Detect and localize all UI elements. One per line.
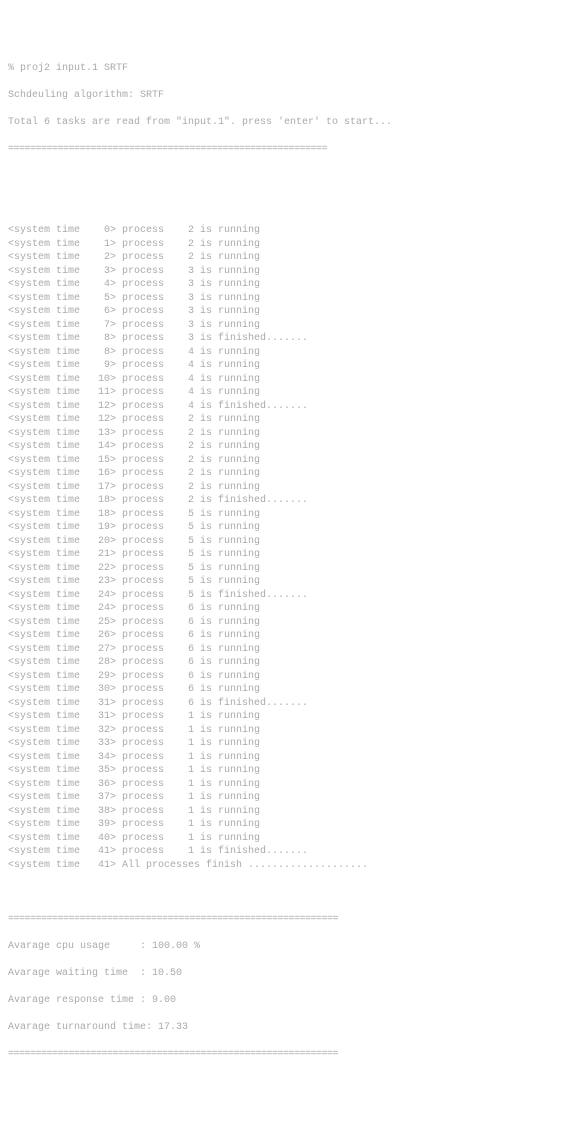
log-line: <system time 8> process 3 is finished...… [8,332,577,346]
header-divider: ========================================… [8,143,577,157]
log-line: <system time 24> process 5 is finished..… [8,589,577,603]
log-line: <system time 23> process 5 is running [8,575,577,589]
log-line: <system time 39> process 1 is running [8,818,577,832]
cpu-usage-label: Avarage cpu usage : [8,941,146,952]
log-line: <system time 37> process 1 is running [8,791,577,805]
log-line: <system time 31> process 6 is finished..… [8,697,577,711]
divider-text: ========================================… [8,144,327,155]
log-line: <system time 34> process 1 is running [8,751,577,765]
log-line: <system time 11> process 4 is running [8,386,577,400]
log-line: <system time 31> process 1 is running [8,710,577,724]
final-log-line: <system time 41> All processes finish ..… [8,859,577,873]
log-line: <system time 3> process 3 is running [8,265,577,279]
log-line: <system time 18> process 2 is finished..… [8,494,577,508]
blank-line [8,197,577,211]
log-line: <system time 30> process 6 is running [8,683,577,697]
summary-divider-top: ========================================… [8,913,577,927]
log-line: <system time 41> process 1 is finished..… [8,845,577,859]
log-line: <system time 26> process 6 is running [8,629,577,643]
log-line: <system time 4> process 3 is running [8,278,577,292]
log-line: <system time 1> process 2 is running [8,238,577,252]
log-line: <system time 27> process 6 is running [8,643,577,657]
log-line: <system time 17> process 2 is running [8,481,577,495]
waiting-time-value: 10.50 [152,968,182,979]
divider-text: ========================================… [8,1049,338,1060]
cpu-usage-line: Avarage cpu usage : 100.00 % [8,940,577,954]
log-line: <system time 6> process 3 is running [8,305,577,319]
log-line: <system time 19> process 5 is running [8,521,577,535]
waiting-time-label: Avarage waiting time : [8,968,146,979]
log-line: <system time 13> process 2 is running [8,427,577,441]
response-time-value: 9.00 [152,995,176,1006]
log-line: <system time 7> process 3 is running [8,319,577,333]
response-time-label: Avarage response time : [8,995,146,1006]
cpu-usage-value: 100.00 % [152,941,200,952]
log-line: <system time 12> process 2 is running [8,413,577,427]
log-line: <system time 29> process 6 is running [8,670,577,684]
log-line: <system time 20> process 5 is running [8,535,577,549]
blank-line [8,886,577,900]
log-line: <system time 21> process 5 is running [8,548,577,562]
blank-line [8,170,577,184]
log-line: <system time 10> process 4 is running [8,373,577,387]
log-line: <system time 36> process 1 is running [8,778,577,792]
log-line: <system time 33> process 1 is running [8,737,577,751]
log-line: <system time 32> process 1 is running [8,724,577,738]
log-line: <system time 35> process 1 is running [8,764,577,778]
log-line: <system time 25> process 6 is running [8,616,577,630]
log-line: <system time 38> process 1 is running [8,805,577,819]
summary-divider-bottom: ========================================… [8,1048,577,1062]
command-line: % proj2 input.1 SRTF [8,62,577,76]
log-line: <system time 14> process 2 is running [8,440,577,454]
log-line: <system time 18> process 5 is running [8,508,577,522]
algorithm-text: Schdeuling algorithm: SRTF [8,90,164,101]
response-time-line: Avarage response time : 9.00 [8,994,577,1008]
divider-text: ========================================… [8,914,338,925]
log-line: <system time 28> process 6 is running [8,656,577,670]
algorithm-line: Schdeuling algorithm: SRTF [8,89,577,103]
log-line: <system time 9> process 4 is running [8,359,577,373]
log-line: <system time 24> process 6 is running [8,602,577,616]
turnaround-time-label: Avarage turnaround time: [8,1022,152,1033]
log-line: <system time 5> process 3 is running [8,292,577,306]
process-log: <system time 0> process 2 is running<sys… [8,224,577,872]
log-line: <system time 15> process 2 is running [8,454,577,468]
log-line: <system time 22> process 5 is running [8,562,577,576]
log-line: <system time 12> process 4 is finished..… [8,400,577,414]
log-line: <system time 2> process 2 is running [8,251,577,265]
log-line: <system time 8> process 4 is running [8,346,577,360]
load-message-text: Total 6 tasks are read from "input.1". p… [8,117,392,128]
log-line: <system time 0> process 2 is running [8,224,577,238]
command-text: % proj2 input.1 SRTF [8,63,128,74]
log-line: <system time 16> process 2 is running [8,467,577,481]
turnaround-time-line: Avarage turnaround time: 17.33 [8,1021,577,1035]
turnaround-time-value: 17.33 [158,1022,188,1033]
log-line: <system time 40> process 1 is running [8,832,577,846]
waiting-time-line: Avarage waiting time : 10.50 [8,967,577,981]
load-message-line: Total 6 tasks are read from "input.1". p… [8,116,577,130]
